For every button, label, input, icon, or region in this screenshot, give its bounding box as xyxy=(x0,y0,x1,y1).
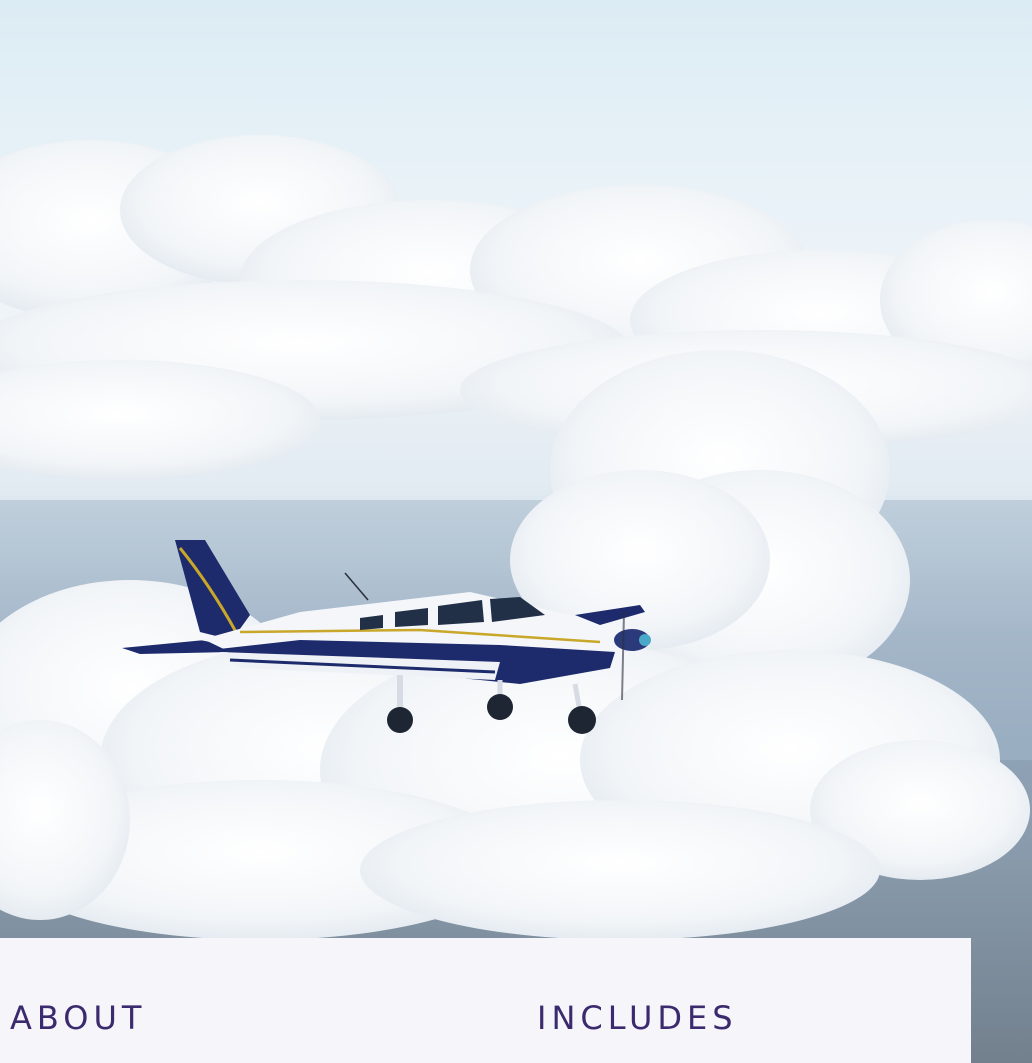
about-heading: ABOUT xyxy=(10,999,147,1037)
includes-heading: INCLUDES xyxy=(537,999,738,1037)
sky-and-clouds-illustration xyxy=(0,135,1032,1063)
hero-photo xyxy=(0,0,1032,1063)
